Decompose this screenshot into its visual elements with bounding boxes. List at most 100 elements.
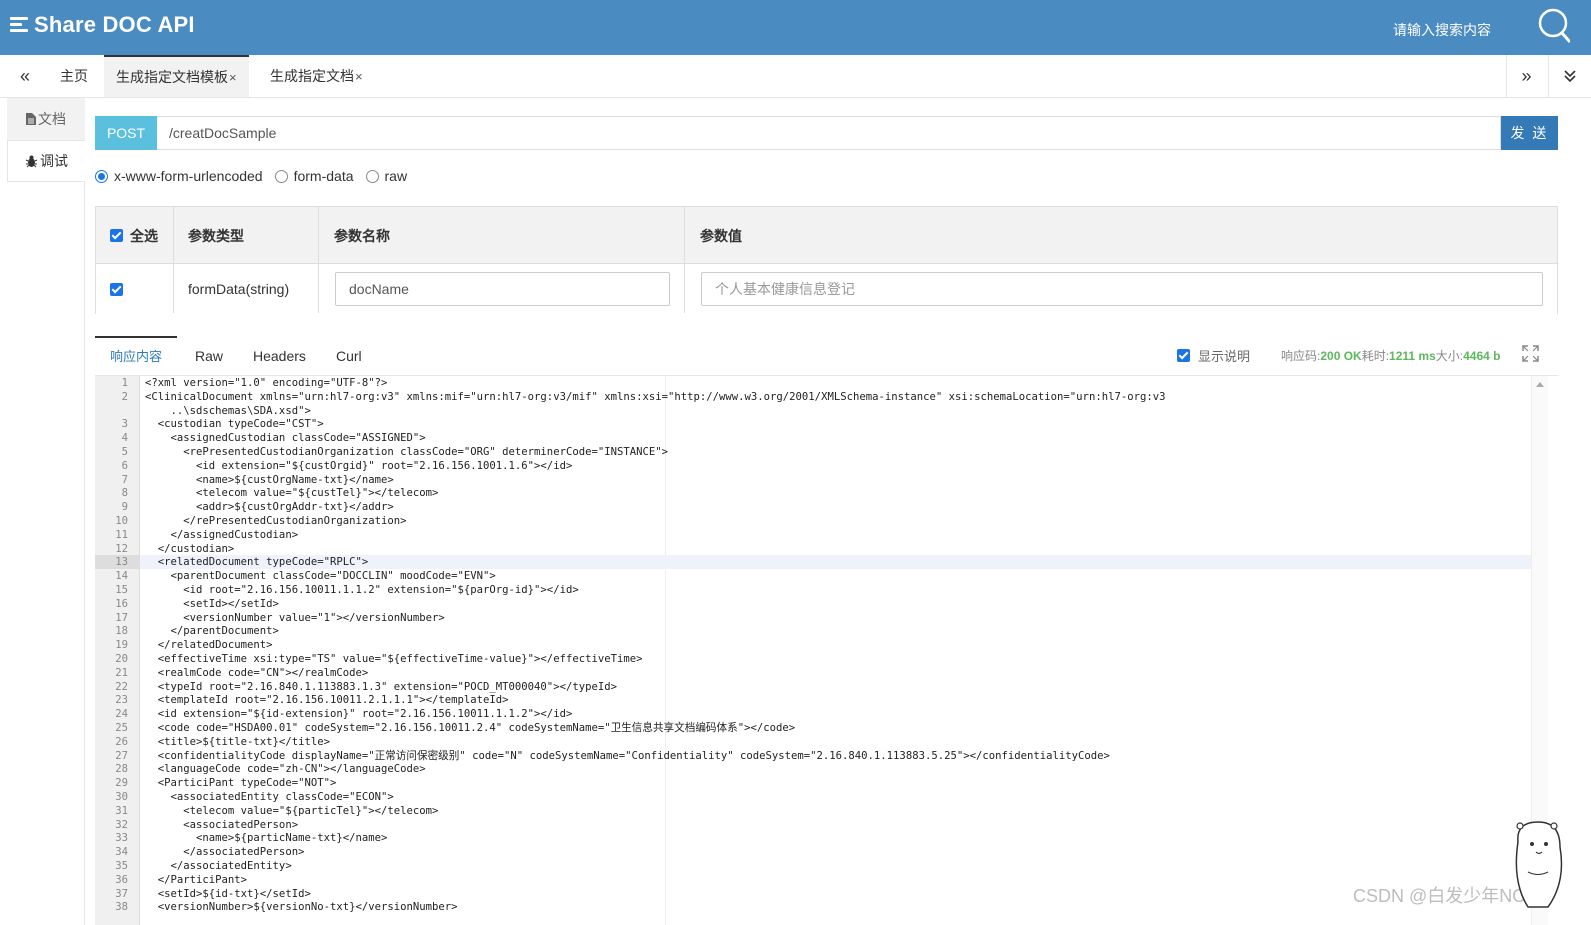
bug-icon <box>25 155 38 167</box>
line-number: 14 <box>115 570 128 583</box>
code-line: <id root="2.16.156.10011.1.1.2" extensio… <box>145 584 579 596</box>
side-tabs: 文档 调试 <box>0 98 85 925</box>
tab-scroll-right-icon[interactable]: » <box>1506 55 1546 97</box>
line-number: 19 <box>115 639 128 652</box>
code-line: <id extension="${id-extension}" root="2.… <box>145 708 573 721</box>
code-line: </assignedCustodian> <box>145 528 299 541</box>
code-line: <typeId root="2.16.840.1.113883.1.3" ext… <box>145 680 617 693</box>
line-number: 34 <box>115 846 128 859</box>
code-line: <realmCode code="CN"></realmCode> <box>145 666 369 679</box>
header-param-type: 参数类型 <box>188 227 244 244</box>
tab-close-icon[interactable]: × <box>229 70 237 85</box>
side-tab-debug-label: 调试 <box>40 153 68 169</box>
line-number: 37 <box>115 887 128 900</box>
code-line: <name>${custOrgName-txt}</name> <box>145 473 394 486</box>
code-line: </associatedPerson> <box>145 846 305 859</box>
line-number: 6 <box>121 459 128 472</box>
tab-menu-icon[interactable] <box>1548 55 1591 97</box>
code-line: <title>${title-txt}</title> <box>145 735 330 748</box>
line-number: 29 <box>115 777 128 790</box>
line-number: 10 <box>115 515 128 527</box>
params-table: 全选 参数类型 参数名称 参数值 formData(string) docNam… <box>95 206 1558 314</box>
code-line: <?xml version="1.0" encoding="UTF-8"?> <box>145 377 388 389</box>
tab-close-icon[interactable]: × <box>355 69 363 84</box>
code-line: <ClinicalDocument xmlns="urn:hl7-org:v3"… <box>145 390 1166 403</box>
line-number: 30 <box>115 791 128 803</box>
line-number: 24 <box>115 708 128 721</box>
status-time-label: 耗时: <box>1361 349 1390 363</box>
code-line: <associatedEntity classCode="ECON"> <box>145 791 394 803</box>
code-line: <code code="HSDA00.01" codeSystem="2.16.… <box>145 722 796 734</box>
code-line: <confidentialityCode displayName="正常访问保密… <box>145 749 1110 762</box>
body-type-group: x-www-form-urlencoded form-data raw <box>95 167 419 185</box>
side-tab-doc[interactable]: 文档 <box>7 98 85 140</box>
fullscreen-icon[interactable] <box>1522 345 1539 362</box>
code-line: <rePresentedCustodianOrganization classC… <box>145 446 668 458</box>
code-line: <assignedCustodian classCode="ASSIGNED"> <box>145 432 426 445</box>
tab-response-content[interactable]: 响应内容 <box>95 336 178 376</box>
code-line: </rePresentedCustodianOrganization> <box>145 515 407 527</box>
row-checkbox-cell[interactable] <box>110 264 130 314</box>
line-number: 22 <box>115 680 128 693</box>
radio-form-data[interactable]: form-data <box>274 168 354 184</box>
code-editor[interactable]: 1 2 3 4 5 6 7 8 9 10 11 12 13 14 15 16 17 18 19 20 21 22 23 24 2… <box>95 376 1548 925</box>
line-number: 5 <box>121 446 128 458</box>
code-line: </associatedEntity> <box>145 860 292 872</box>
radio-label: form-data <box>293 168 354 184</box>
line-number: 12 <box>115 542 128 555</box>
line-number: 16 <box>115 597 128 610</box>
params-header-row: 全选 参数类型 参数名称 参数值 <box>96 207 1557 264</box>
tab-raw[interactable]: Raw <box>180 336 238 376</box>
tab-doc-template[interactable]: 生成指定文档模板× <box>104 55 249 97</box>
radio-dot[interactable] <box>365 169 379 183</box>
menu-icon[interactable] <box>10 17 28 33</box>
send-button[interactable]: 发 送 <box>1501 116 1558 150</box>
code-line: <setId>${id-txt}</setId> <box>145 887 311 900</box>
url-input[interactable]: /creatDocSample <box>157 116 1501 150</box>
side-tab-debug[interactable]: 调试 <box>7 140 85 182</box>
row-checkbox[interactable] <box>110 282 123 296</box>
radio-urlencoded[interactable]: x-www-form-urlencoded <box>95 168 263 184</box>
show-description-toggle[interactable]: 显示说明 <box>1177 346 1250 365</box>
search-icon[interactable] <box>1536 6 1570 46</box>
code-line: <name>${particName-txt}</name> <box>145 832 388 845</box>
code-line: <versionNumber>${versionNo-txt}</version… <box>145 901 458 914</box>
select-all[interactable]: 全选 <box>110 207 158 264</box>
header-param-value: 参数值 <box>700 227 742 244</box>
brand[interactable]: Share DOC API <box>10 12 195 38</box>
line-number: 15 <box>115 584 128 596</box>
show-description-label: 显示说明 <box>1198 349 1251 364</box>
line-number: 33 <box>115 832 128 845</box>
tab-scroll-left-icon[interactable]: « <box>0 55 50 97</box>
tab-doc[interactable]: 生成指定文档× <box>258 55 375 97</box>
tab-home[interactable]: 主页 <box>48 55 100 97</box>
param-value-input[interactable]: 个人基本健康信息登记 <box>701 272 1543 306</box>
tab-curl[interactable]: Curl <box>321 336 377 376</box>
line-number: 36 <box>115 873 128 886</box>
tab-label: 生成指定文档 <box>270 68 354 84</box>
top-header: Share DOC API 请输入搜索内容 <box>0 0 1591 55</box>
code-line: ..\sdschemas\SDA.xsd"> <box>145 404 311 417</box>
tab-headers[interactable]: Headers <box>238 336 321 376</box>
status-size: 4464 b <box>1463 349 1501 363</box>
line-number: 28 <box>115 763 128 776</box>
method-badge[interactable]: POST <box>95 116 157 150</box>
code-line: </parentDocument> <box>145 625 279 638</box>
code-line: <languageCode code="zh-CN"></languageCod… <box>145 763 426 776</box>
code-line: <addr>${custOrgAddr-txt}</addr> <box>145 501 394 514</box>
code-line: <ParticiPant typeCode="NOT"> <box>145 777 337 790</box>
line-number: 7 <box>121 473 128 486</box>
side-tab-doc-label: 文档 <box>38 111 66 127</box>
search-input[interactable]: 请输入搜索内容 <box>1393 20 1491 40</box>
line-number: 11 <box>115 528 128 541</box>
radio-raw[interactable]: raw <box>365 168 407 184</box>
radio-dot[interactable] <box>274 169 288 183</box>
select-all-label: 全选 <box>130 227 158 244</box>
radio-dot[interactable] <box>95 169 108 183</box>
code-line: <relatedDocument typeCode="RPLC"> <box>145 556 369 569</box>
page-scrollbar[interactable] <box>1568 98 1591 925</box>
select-all-checkbox[interactable] <box>110 229 123 242</box>
show-description-checkbox[interactable] <box>1177 349 1190 362</box>
param-name-input[interactable]: docName <box>335 272 670 306</box>
line-number <box>95 404 128 418</box>
